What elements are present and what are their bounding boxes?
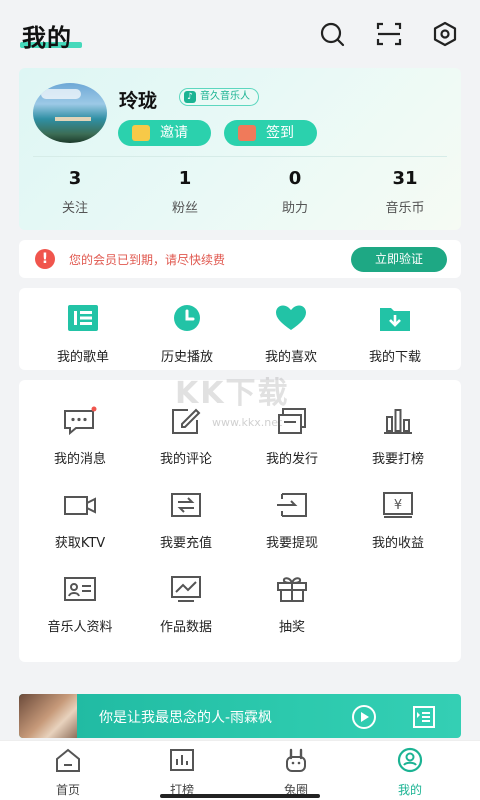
checkin-button[interactable]: 签到 bbox=[224, 120, 317, 146]
profile-card: 玲珑 ♪ 音久音乐人 邀请 签到 3 关注 1 粉丝 0 助力 31 音乐币 bbox=[19, 68, 461, 230]
tab-home[interactable]: 首页 bbox=[28, 747, 108, 798]
message-icon bbox=[64, 406, 97, 436]
quick-item-playlist[interactable]: 我的歌单 bbox=[33, 304, 133, 365]
avatar[interactable] bbox=[33, 83, 107, 143]
profile-card-icon bbox=[64, 577, 96, 601]
page-title: 我的 bbox=[22, 24, 72, 52]
quick-item-favorites[interactable]: 我的喜欢 bbox=[241, 304, 341, 365]
heart-icon bbox=[276, 305, 306, 330]
gift-icon bbox=[277, 577, 307, 602]
song-title[interactable]: 你是让我最思念的人-雨霖枫 bbox=[99, 707, 272, 727]
tab-bar: 首页 打榜 兔圈 我的 bbox=[0, 740, 480, 800]
scan-icon[interactable] bbox=[375, 20, 403, 48]
invite-button[interactable]: 邀请 bbox=[118, 120, 211, 146]
withdraw-icon bbox=[277, 493, 307, 517]
tab-circle[interactable]: 兔圈 bbox=[256, 747, 336, 798]
watermark-url: www.kkx.net bbox=[212, 416, 283, 429]
service-recharge[interactable]: 我要充值 bbox=[133, 490, 239, 551]
recharge-icon bbox=[171, 493, 201, 517]
membership-notice: ! 您的会员已到期，请尽快续费 立即验证 bbox=[19, 240, 461, 278]
playlist-queue-icon[interactable] bbox=[411, 704, 437, 730]
watermark: KK下载 bbox=[175, 376, 290, 411]
mini-player[interactable]: 你是让我最思念的人-雨霖枫 bbox=[19, 694, 461, 738]
search-icon[interactable] bbox=[318, 20, 346, 48]
service-earnings[interactable]: ¥ 我的收益 bbox=[345, 490, 451, 551]
warning-icon: ! bbox=[35, 249, 55, 269]
quick-item-downloads[interactable]: 我的下载 bbox=[345, 304, 445, 365]
music-note-icon: ♪ bbox=[184, 91, 196, 103]
history-icon bbox=[174, 305, 200, 331]
analytics-icon bbox=[171, 576, 201, 602]
service-lottery[interactable]: 抽奖 bbox=[239, 574, 345, 635]
musician-badge: ♪ 音久音乐人 bbox=[179, 88, 259, 106]
svg-text:¥: ¥ bbox=[394, 498, 402, 513]
chart-icon bbox=[384, 409, 412, 434]
divider bbox=[33, 156, 447, 157]
quick-actions: 我的歌单 历史播放 我的喜欢 我的下载 bbox=[19, 288, 461, 370]
service-withdraw[interactable]: 我要提现 bbox=[239, 490, 345, 551]
service-work-data[interactable]: 作品数据 bbox=[133, 574, 239, 635]
download-icon bbox=[380, 308, 410, 331]
service-chart[interactable]: 我要打榜 bbox=[345, 406, 451, 467]
chart-tab-icon bbox=[170, 749, 194, 771]
service-ktv[interactable]: 获取KTV bbox=[27, 490, 133, 551]
stat-support[interactable]: 0 助力 bbox=[255, 168, 335, 216]
user-name: 玲珑 bbox=[119, 90, 158, 112]
earnings-icon: ¥ bbox=[383, 492, 413, 518]
album-cover[interactable] bbox=[19, 694, 77, 738]
home-icon bbox=[56, 748, 80, 772]
quick-item-history[interactable]: 历史播放 bbox=[137, 304, 237, 365]
stat-fans[interactable]: 1 粉丝 bbox=[145, 168, 225, 216]
calendar-icon bbox=[238, 125, 256, 141]
play-icon[interactable] bbox=[351, 704, 377, 730]
header: 我的 bbox=[0, 0, 480, 64]
service-musician-profile[interactable]: 音乐人资料 bbox=[27, 574, 133, 635]
rabbit-icon bbox=[286, 748, 306, 772]
notice-text: 您的会员已到期，请尽快续费 bbox=[69, 253, 226, 267]
service-messages[interactable]: 我的消息 bbox=[27, 406, 133, 467]
home-indicator bbox=[160, 794, 320, 798]
playlist-icon bbox=[68, 305, 98, 331]
invite-icon bbox=[132, 125, 150, 141]
verify-button[interactable]: 立即验证 bbox=[351, 247, 447, 272]
tab-chart[interactable]: 打榜 bbox=[142, 747, 222, 798]
video-icon bbox=[64, 496, 96, 515]
user-icon bbox=[397, 747, 423, 773]
stat-coins[interactable]: 31 音乐币 bbox=[365, 168, 445, 216]
settings-icon[interactable] bbox=[431, 20, 459, 48]
tab-mine[interactable]: 我的 bbox=[370, 747, 450, 798]
stat-following[interactable]: 3 关注 bbox=[35, 168, 115, 216]
